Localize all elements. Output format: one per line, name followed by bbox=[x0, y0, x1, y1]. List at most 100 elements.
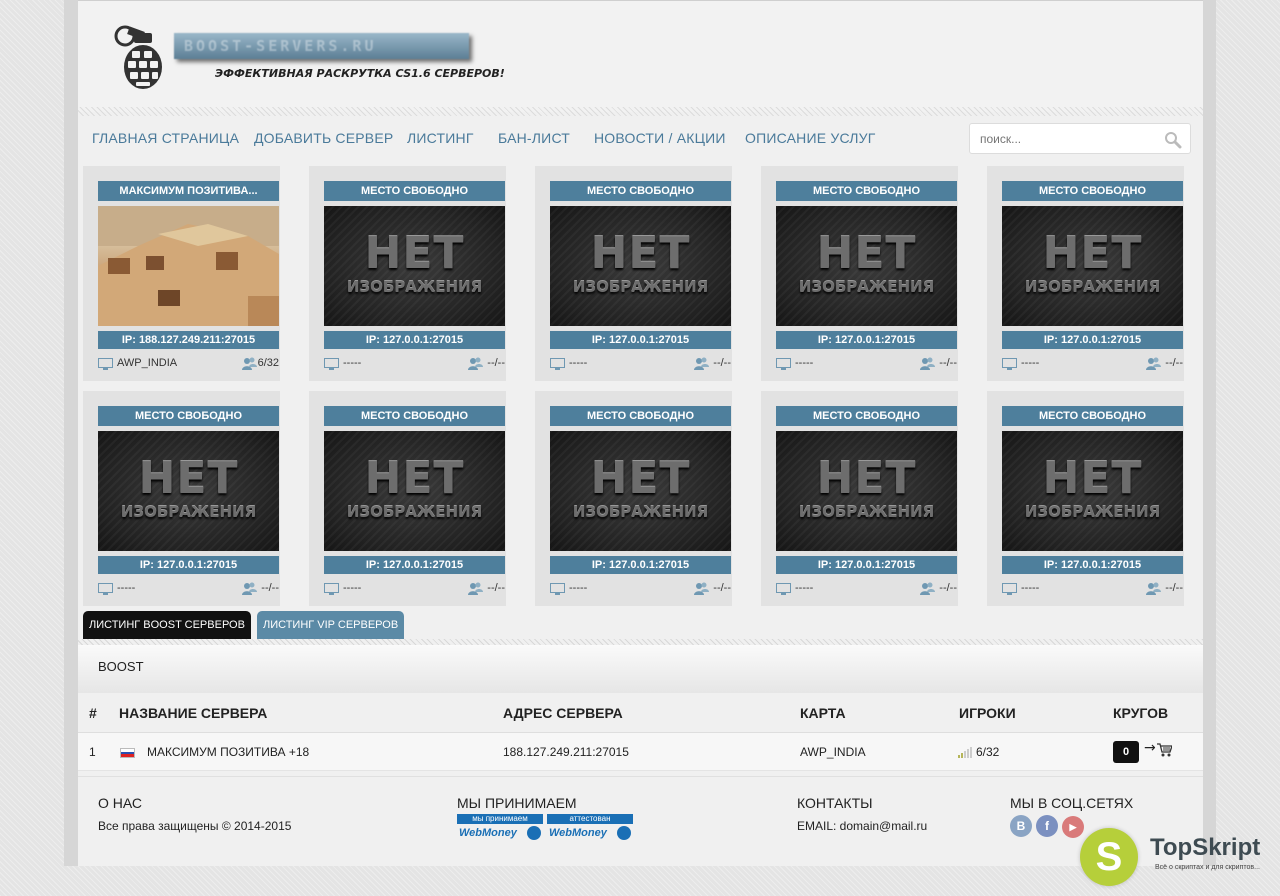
row-server-name[interactable]: МАКСИМУМ ПОЗИТИВА +18 bbox=[147, 745, 309, 759]
no-image-text-line1: НЕТ bbox=[816, 453, 917, 504]
server-card-ip[interactable]: IP: 127.0.0.1:27015 bbox=[776, 331, 957, 349]
no-image-placeholder[interactable]: НЕТ ИЗОБРАЖЕНИЯ bbox=[324, 431, 505, 551]
tab-vip-listing[interactable]: ЛИСТИНГ VIP СЕРВЕРОВ bbox=[257, 611, 405, 639]
server-card-title[interactable]: МЕСТО СВОБОДНО bbox=[776, 181, 957, 201]
no-image-placeholder[interactable]: НЕТ ИЗОБРАЖЕНИЯ bbox=[324, 206, 505, 326]
server-card[interactable]: МЕСТО СВОБОДНО НЕТ ИЗОБРАЖЕНИЯ IP: 127.0.0.… bbox=[83, 391, 280, 606]
server-card-ip[interactable]: IP: 127.0.0.1:27015 bbox=[324, 556, 505, 574]
footer-email[interactable]: EMAIL: domain@mail.ru bbox=[797, 819, 927, 833]
server-card-title[interactable]: МЕСТО СВОБОДНО bbox=[324, 406, 505, 426]
arrow-right-icon: → bbox=[1144, 740, 1156, 756]
no-image-placeholder[interactable]: НЕТ ИЗОБРАЖЕНИЯ bbox=[1002, 206, 1183, 326]
server-card-title[interactable]: МЕСТО СВОБОДНО bbox=[1002, 406, 1183, 426]
row-server-address[interactable]: 188.127.249.211:27015 bbox=[503, 745, 629, 759]
no-image-placeholder[interactable]: НЕТ ИЗОБРАЖЕНИЯ bbox=[550, 206, 731, 326]
vk-icon[interactable]: В bbox=[1010, 815, 1032, 837]
server-card-map: ----- bbox=[795, 357, 814, 369]
server-card-players: --/-- bbox=[939, 582, 957, 594]
tab-boost-listing[interactable]: ЛИСТИНГ BOOST СЕРВЕРОВ bbox=[83, 611, 251, 639]
server-card-ip[interactable]: IP: 188.127.249.211:27015 bbox=[98, 331, 279, 349]
facebook-icon[interactable]: f bbox=[1036, 815, 1058, 837]
nav-listing[interactable]: ЛИСТИНГ bbox=[407, 130, 474, 146]
search-input[interactable] bbox=[970, 124, 1150, 153]
nav-ban-list[interactable]: БАН-ЛИСТ bbox=[498, 130, 570, 146]
server-card[interactable]: МЕСТО СВОБОДНО НЕТ ИЗОБРАЖЕНИЯ IP: 127.0.0.… bbox=[987, 166, 1184, 381]
server-card-title[interactable]: МЕСТО СВОБОДНО bbox=[1002, 181, 1183, 201]
footer-about-title: О НАС bbox=[98, 795, 143, 811]
table-header: # НАЗВАНИЕ СЕРВЕРА АДРЕС СЕРВЕРА КАРТА И… bbox=[78, 693, 1203, 733]
server-card-ip[interactable]: IP: 127.0.0.1:27015 bbox=[1002, 331, 1183, 349]
server-card[interactable]: МЕСТО СВОБОДНО НЕТ ИЗОБРАЖЕНИЯ IP: 127.0.0.… bbox=[761, 166, 958, 381]
site-logo-bar[interactable]: BOOST-SERVERS.RU bbox=[174, 33, 469, 59]
players-icon bbox=[242, 582, 257, 595]
server-card-players: --/-- bbox=[713, 357, 731, 369]
server-card-title[interactable]: МЕСТО СВОБОДНО bbox=[776, 406, 957, 426]
server-card[interactable]: МЕСТО СВОБОДНО НЕТ ИЗОБРАЖЕНИЯ IP: 127.0.0.… bbox=[987, 391, 1184, 606]
server-card-ip[interactable]: IP: 127.0.0.1:27015 bbox=[550, 331, 731, 349]
server-card-players: --/-- bbox=[261, 582, 279, 594]
server-card-title[interactable]: МЕСТО СВОБОДНО bbox=[98, 406, 279, 426]
monitor-icon bbox=[776, 583, 791, 595]
server-card-ip[interactable]: IP: 127.0.0.1:27015 bbox=[776, 556, 957, 574]
server-card-map: ----- bbox=[117, 582, 136, 594]
no-image-placeholder[interactable]: НЕТ ИЗОБРАЖЕНИЯ bbox=[550, 431, 731, 551]
no-image-placeholder[interactable]: НЕТ ИЗОБРАЖЕНИЯ bbox=[1002, 431, 1183, 551]
webmoney-accept-top: мы принимаем bbox=[457, 814, 543, 824]
no-image-placeholder[interactable]: НЕТ ИЗОБРАЖЕНИЯ bbox=[776, 431, 957, 551]
no-image-text-line2: ИЗОБРАЖЕНИЯ bbox=[1024, 278, 1161, 296]
footer-contacts: КОНТАКТЫ EMAIL: domain@mail.ru bbox=[797, 795, 927, 833]
server-card[interactable]: МЕСТО СВОБОДНО НЕТ ИЗОБРАЖЕНИЯ IP: 127.0.0.… bbox=[761, 391, 958, 606]
cart-icon[interactable] bbox=[1157, 743, 1172, 757]
server-card-players: --/-- bbox=[1165, 357, 1183, 369]
server-card[interactable]: МЕСТО СВОБОДНО НЕТ ИЗОБРАЖЕНИЯ IP: 127.0.0.… bbox=[535, 166, 732, 381]
server-card[interactable]: МЕСТО СВОБОДНО НЕТ ИЗОБРАЖЕНИЯ IP: 127.0.0.… bbox=[535, 391, 732, 606]
server-card-players: --/-- bbox=[939, 357, 957, 369]
server-card-title[interactable]: МЕСТО СВОБОДНО bbox=[550, 406, 731, 426]
no-image-placeholder[interactable]: НЕТ ИЗОБРАЖЕНИЯ bbox=[98, 431, 279, 551]
server-card-map: ----- bbox=[795, 582, 814, 594]
grenade-logo-icon[interactable] bbox=[112, 23, 170, 91]
server-card-meta: ----- --/-- bbox=[550, 581, 731, 597]
webmoney-attested-badge[interactable]: аттестован WebMoney bbox=[547, 814, 633, 842]
monitor-icon bbox=[98, 358, 113, 370]
server-card-title[interactable]: МЕСТО СВОБОДНО bbox=[550, 181, 731, 201]
nav-services[interactable]: ОПИСАНИЕ УСЛУГ bbox=[745, 130, 876, 146]
nav-home[interactable]: ГЛАВНАЯ СТРАНИЦА bbox=[92, 130, 239, 146]
server-card-map: ----- bbox=[1021, 582, 1040, 594]
site-footer: О НАС Все права защищены © 2014-2015 МЫ … bbox=[78, 776, 1203, 866]
server-card-map: ----- bbox=[569, 357, 588, 369]
no-image-placeholder[interactable]: НЕТ ИЗОБРАЖЕНИЯ bbox=[776, 206, 957, 326]
server-card-ip[interactable]: IP: 127.0.0.1:27015 bbox=[1002, 556, 1183, 574]
table-row[interactable]: 1 МАКСИМУМ ПОЗИТИВА +18 188.127.249.211:… bbox=[78, 733, 1203, 771]
server-card-title[interactable]: МЕСТО СВОБОДНО bbox=[324, 181, 505, 201]
server-card-ip[interactable]: IP: 127.0.0.1:27015 bbox=[324, 331, 505, 349]
server-card[interactable]: МАКСИМУМ ПОЗИТИВА... IP: 188.127.249.211:… bbox=[83, 166, 280, 381]
signal-icon bbox=[958, 747, 972, 758]
players-icon bbox=[1146, 582, 1161, 595]
server-card-meta: ----- --/-- bbox=[776, 581, 957, 597]
server-card[interactable]: МЕСТО СВОБОДНО НЕТ ИЗОБРАЖЕНИЯ IP: 127.0.0.… bbox=[309, 391, 506, 606]
page-frame: BOOST-SERVERS.RU ЭФФЕКТИВНАЯ РАСКРУТКА C… bbox=[64, 0, 1216, 866]
server-card-ip[interactable]: IP: 127.0.0.1:27015 bbox=[98, 556, 279, 574]
server-card-players: --/-- bbox=[487, 357, 505, 369]
monitor-icon bbox=[1002, 583, 1017, 595]
monitor-icon bbox=[776, 358, 791, 370]
server-card-players: 6/32 bbox=[257, 357, 279, 369]
server-card[interactable]: МЕСТО СВОБОДНО НЕТ ИЗОБРАЖЕНИЯ IP: 127.0.0.… bbox=[309, 166, 506, 381]
webmoney-globe-icon bbox=[617, 826, 631, 840]
nav-add-server[interactable]: ДОБАВИТЬ СЕРВЕР bbox=[254, 130, 393, 146]
search-icon[interactable] bbox=[1164, 131, 1182, 149]
col-players: ИГРОКИ bbox=[959, 705, 1016, 721]
topskript-tagline: Всё о скриптах и для скриптов... bbox=[1155, 864, 1260, 871]
russia-flag-icon bbox=[120, 748, 135, 758]
webmoney-accept-badge[interactable]: мы принимаем WebMoney bbox=[457, 814, 543, 842]
server-card-ip[interactable]: IP: 127.0.0.1:27015 bbox=[550, 556, 731, 574]
monitor-icon bbox=[1002, 358, 1017, 370]
footer-payments: МЫ ПРИНИМАЕМ мы принимаем WebMoney аттес… bbox=[457, 795, 637, 842]
server-card-title[interactable]: МАКСИМУМ ПОЗИТИВА... bbox=[98, 181, 279, 201]
nav-news[interactable]: НОВОСТИ / АКЦИИ bbox=[594, 130, 726, 146]
monitor-icon bbox=[98, 583, 113, 595]
youtube-icon[interactable]: ▶ bbox=[1062, 816, 1084, 838]
map-preview-image[interactable] bbox=[98, 206, 279, 326]
server-card-meta: ----- --/-- bbox=[550, 356, 731, 372]
